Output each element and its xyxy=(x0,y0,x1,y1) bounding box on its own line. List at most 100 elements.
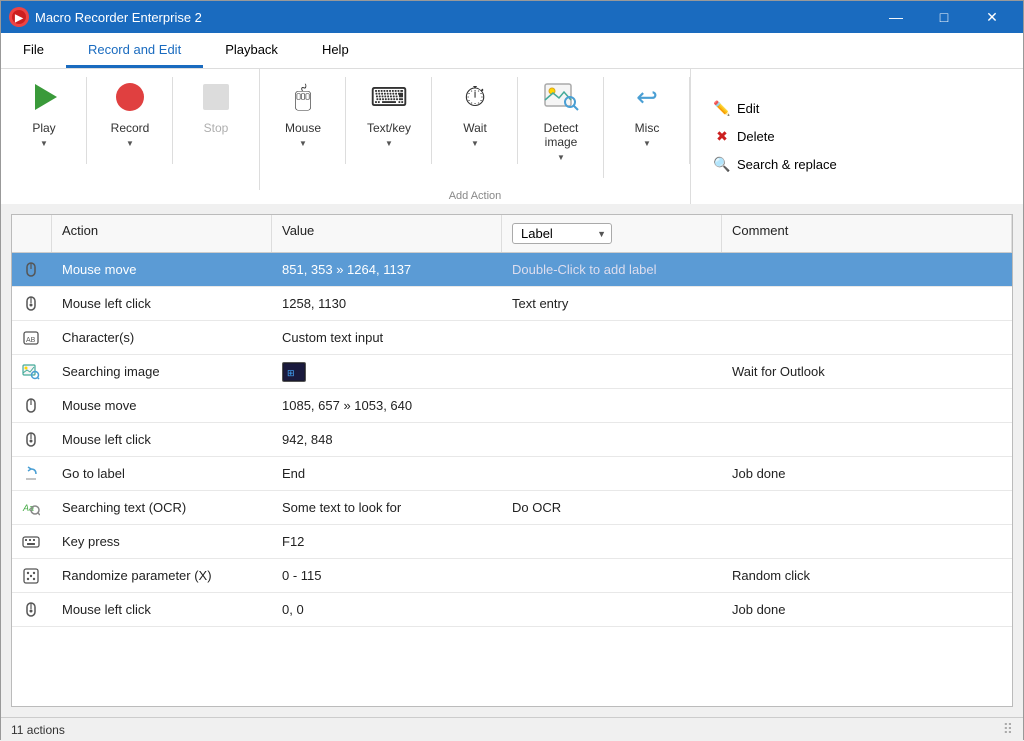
row-label xyxy=(502,468,722,480)
record-icon xyxy=(110,77,150,117)
mouse-button[interactable]: 🖱 Mouse ▼ xyxy=(272,73,334,168)
edit-icon: ✏️ xyxy=(713,100,731,118)
wait-button[interactable]: ⏱ Wait ▼ xyxy=(444,73,506,168)
ribbon-group-stop: Stop xyxy=(173,73,259,155)
row-icon xyxy=(12,527,52,557)
row-icon xyxy=(12,595,52,625)
label-dropdown[interactable]: Label xyxy=(512,223,612,244)
row-action: Searching image xyxy=(52,358,272,385)
row-action: Key press xyxy=(52,528,272,555)
row-comment xyxy=(722,332,1012,344)
col-action-header: Action xyxy=(52,215,272,252)
row-label: Text entry xyxy=(502,290,722,317)
menu-file[interactable]: File xyxy=(1,33,66,68)
titlebar-buttons: — □ ✕ xyxy=(873,1,1015,33)
row-action: Searching text (OCR) xyxy=(52,494,272,521)
row-label: Double-Click to add label xyxy=(502,256,722,283)
menu-record-edit[interactable]: Record and Edit xyxy=(66,33,203,68)
col-value-header: Value xyxy=(272,215,502,252)
table-header: Action Value Label Comment xyxy=(12,215,1012,253)
app-window: ▶ Macro Recorder Enterprise 2 — □ ✕ File… xyxy=(1,1,1023,741)
menu-playback[interactable]: Playback xyxy=(203,33,300,68)
row-icon xyxy=(12,255,52,285)
row-icon xyxy=(12,289,52,319)
table-row[interactable]: Mouse left click942, 848 xyxy=(12,423,1012,457)
search-replace-button[interactable]: 🔍 Search & replace xyxy=(707,154,843,176)
row-label: Do OCR xyxy=(502,494,722,521)
table-row[interactable]: AaSearching text (OCR)Some text to look … xyxy=(12,491,1012,525)
table-row[interactable]: Mouse left click0, 0 Job done xyxy=(12,593,1012,627)
stop-icon xyxy=(196,77,236,117)
ribbon-group-textkey: ⌨ Text/key ▼ xyxy=(346,73,432,168)
misc-icon: ↩ xyxy=(627,77,667,117)
row-comment xyxy=(722,264,1012,276)
row-icon: Aa xyxy=(12,493,52,523)
row-value: Custom text input xyxy=(272,324,502,351)
row-icon xyxy=(12,459,52,489)
menu-help[interactable]: Help xyxy=(300,33,371,68)
svg-text:▶: ▶ xyxy=(14,13,24,24)
close-button[interactable]: ✕ xyxy=(969,1,1015,33)
edit-button[interactable]: ✏️ Edit xyxy=(707,98,843,120)
row-value: 1258, 1130 xyxy=(272,290,502,317)
maximize-button[interactable]: □ xyxy=(921,1,967,33)
ribbon-group-play: Play ▼ xyxy=(1,73,87,168)
row-label xyxy=(502,570,722,582)
row-comment xyxy=(722,536,1012,548)
ribbon-side-actions: ✏️ Edit ✖ Delete 🔍 Search & replace xyxy=(695,69,859,204)
table-row[interactable]: Searching image⊞Wait for Outlook xyxy=(12,355,1012,389)
row-comment: Job done xyxy=(722,596,1012,623)
table-row[interactable]: Key pressF12 xyxy=(12,525,1012,559)
row-comment xyxy=(722,434,1012,446)
row-action: Mouse move xyxy=(52,392,272,419)
row-comment xyxy=(722,502,1012,514)
delete-icon: ✖ xyxy=(713,128,731,146)
table-row[interactable]: Mouse left click1258, 1130Text entry xyxy=(12,287,1012,321)
mouse-icon: 🖱 xyxy=(283,77,323,117)
add-action-label: Add Action xyxy=(260,190,690,202)
row-action: Mouse left click xyxy=(52,596,272,623)
delete-button[interactable]: ✖ Delete xyxy=(707,126,843,148)
row-comment xyxy=(722,298,1012,310)
ribbon-group-wait: ⏱ Wait ▼ xyxy=(432,73,518,168)
row-value: 942, 848 xyxy=(272,426,502,453)
detect-image-button[interactable]: Detect image ▼ xyxy=(530,73,592,182)
misc-button[interactable]: ↩ Misc ▼ xyxy=(616,73,678,168)
table-row[interactable]: ABCharacter(s)Custom text input xyxy=(12,321,1012,355)
table-row[interactable]: Mouse move1085, 657 » 1053, 640 xyxy=(12,389,1012,423)
ribbon-group-misc: ↩ Misc ▼ xyxy=(604,73,690,168)
textkey-button[interactable]: ⌨ Text/key ▼ xyxy=(358,73,420,168)
row-value: Some text to look for xyxy=(272,494,502,521)
row-value: End xyxy=(272,460,502,487)
row-icon: AB xyxy=(12,323,52,353)
minimize-button[interactable]: — xyxy=(873,1,919,33)
table-body: Mouse move 851, 353 » 1264, 1137Double-Cl… xyxy=(12,253,1012,707)
row-label xyxy=(502,400,722,412)
statusbar: 11 actions ⠿ xyxy=(1,717,1023,741)
row-value: 0, 0 xyxy=(272,596,502,623)
table-row[interactable]: Mouse move851, 353 » 1264, 1137Double-Cl… xyxy=(12,253,1012,287)
row-action: Character(s) xyxy=(52,324,272,351)
row-value: 851, 353 » 1264, 1137 xyxy=(272,256,502,283)
row-action: Mouse left click xyxy=(52,426,272,453)
detect-image-icon xyxy=(541,77,581,117)
row-label xyxy=(502,332,722,344)
record-button[interactable]: Record ▼ xyxy=(99,73,161,168)
col-comment-header: Comment xyxy=(722,215,1012,252)
row-value: 1085, 657 » 1053, 640 xyxy=(272,392,502,419)
table-row[interactable]: Randomize parameter (X)0 - 115Random cli… xyxy=(12,559,1012,593)
play-button[interactable]: Play ▼ xyxy=(13,73,75,168)
play-icon xyxy=(24,77,64,117)
col-label-header: Label xyxy=(502,215,722,252)
menubar: File Record and Edit Playback Help xyxy=(1,33,1023,69)
table-row[interactable]: Go to labelEndJob done xyxy=(12,457,1012,491)
row-action: Go to label xyxy=(52,460,272,487)
svg-text:⊞: ⊞ xyxy=(287,368,295,378)
table-area: Action Value Label Comment Mouse move 851… xyxy=(1,204,1023,717)
ribbon-group-record: Record ▼ xyxy=(87,73,173,168)
app-logo: ▶ xyxy=(9,7,29,27)
label-dropdown-wrap[interactable]: Label xyxy=(512,223,612,244)
stop-button[interactable]: Stop xyxy=(185,73,247,155)
row-value: F12 xyxy=(272,528,502,555)
ribbon: Play ▼ Record ▼ xyxy=(1,69,1023,204)
